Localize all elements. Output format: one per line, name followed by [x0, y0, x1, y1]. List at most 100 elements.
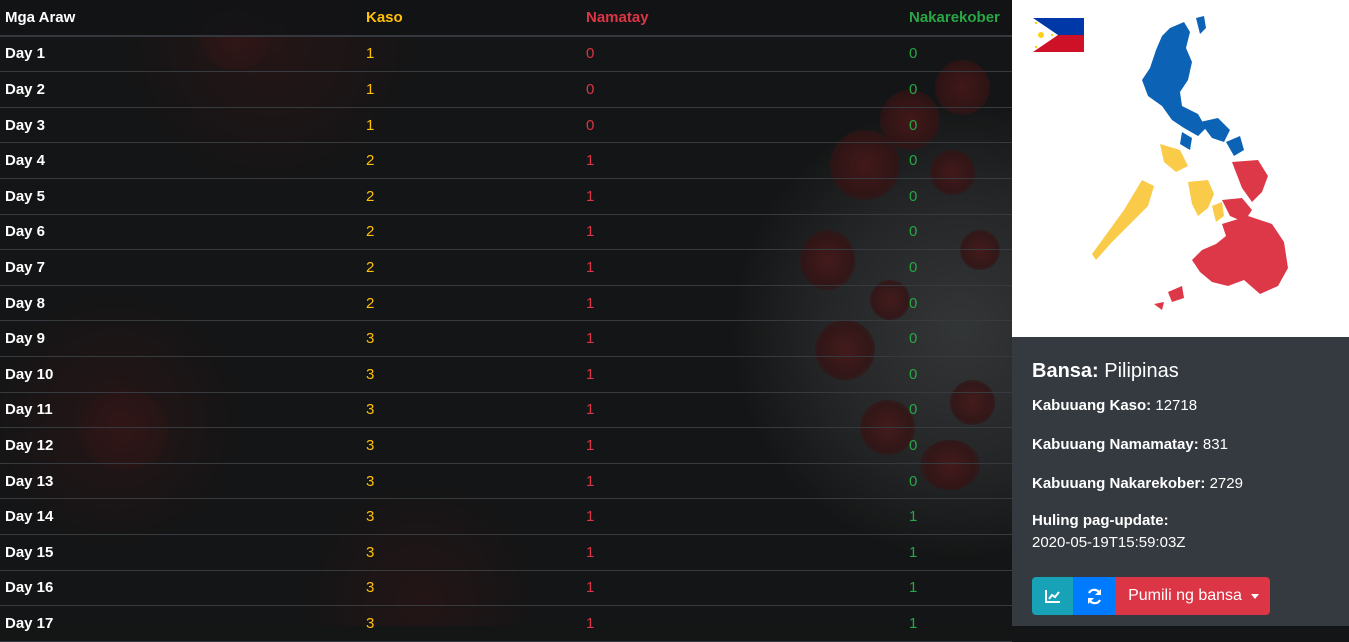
- cell-cases: 2: [361, 285, 581, 322]
- country-label: Bansa:: [1032, 360, 1099, 382]
- cell-deaths: 1: [581, 356, 904, 393]
- country-line: Bansa: Pilipinas: [1032, 360, 1332, 383]
- table-row: Day 3100: [0, 107, 1012, 144]
- table-row: Day 14 3 1 1: [0, 498, 1012, 535]
- cell-day: Day 16: [0, 570, 361, 607]
- cell-recovered: 0: [904, 107, 1012, 144]
- cell-day: Day 17: [0, 605, 361, 642]
- cell-deaths: 0: [581, 71, 904, 108]
- total-recovered-label: Kabuuang Nakarekober:: [1032, 475, 1206, 492]
- total-deaths-value: 831: [1202, 436, 1228, 453]
- cell-recovered: 0: [904, 178, 1012, 215]
- cell-recovered: 0: [904, 142, 1012, 179]
- cell-recovered: 0: [904, 35, 1012, 73]
- table-row: Day 9310: [0, 320, 1012, 357]
- cell-cases: 1: [361, 71, 581, 108]
- total-cases-line: Kabuuang Kaso: 12718: [1032, 397, 1332, 414]
- header-recovered: Nakarekober: [904, 0, 1012, 37]
- total-cases-value: 12718: [1155, 397, 1198, 414]
- cell-recovered: 0: [904, 320, 1012, 357]
- cell-recovered: 0: [904, 356, 1012, 393]
- cell-day: Day 12: [0, 427, 361, 464]
- cell-deaths: 1: [581, 605, 904, 642]
- total-deaths-line: Kabuuang Namamatay: 831: [1032, 436, 1332, 453]
- cell-cases: 2: [361, 142, 581, 179]
- chevron-down-icon: [1250, 593, 1259, 599]
- cell-day: Day 14: [0, 498, 361, 535]
- cell-cases: 3: [361, 463, 581, 500]
- total-deaths-label: Kabuuang Namamatay:: [1032, 436, 1199, 453]
- cell-day: Day 9: [0, 320, 361, 357]
- cell-cases: 2: [361, 178, 581, 215]
- cell-recovered: 0: [904, 249, 1012, 286]
- cell-day: Day 15: [0, 534, 361, 571]
- cell-day: Day 10: [0, 356, 361, 393]
- cell-deaths: 1: [581, 498, 904, 535]
- cell-deaths: 0: [581, 35, 904, 73]
- action-button-group: Pumili ng bansa: [1032, 577, 1270, 615]
- cell-recovered: 0: [904, 285, 1012, 322]
- table-row: Day 16 3 1 1: [0, 570, 1012, 607]
- table-row: Day 8210: [0, 285, 1012, 322]
- header-day: Mga Araw: [0, 0, 361, 37]
- cell-recovered: 0: [904, 214, 1012, 251]
- table-row: Day 4210: [0, 142, 1012, 179]
- cell-deaths: 0: [581, 107, 904, 144]
- cell-recovered: 0: [904, 427, 1012, 464]
- table-row: Day 11 3 1 0: [0, 392, 1012, 429]
- cell-deaths: 1: [581, 142, 904, 179]
- daily-cases-table-container: Mga Araw Kaso Namatay Nakarekober Day 11…: [0, 0, 1012, 642]
- select-country-dropdown[interactable]: Pumili ng bansa: [1115, 577, 1270, 615]
- table-row: Day 13 3 1 0: [0, 463, 1012, 500]
- philippines-map-icon: [1092, 16, 1288, 310]
- cell-deaths: 1: [581, 463, 904, 500]
- cell-day: Day 11: [0, 392, 361, 429]
- chart-line-icon: [1044, 590, 1060, 603]
- table-row: Day 17 3 1 1: [0, 605, 1012, 642]
- cell-deaths: 1: [581, 249, 904, 286]
- last-update-value: 2020-05-19T15:59:03Z: [1032, 534, 1186, 551]
- cell-cases: 3: [361, 570, 581, 607]
- total-recovered-line: Kabuuang Nakarekober: 2729: [1032, 475, 1332, 492]
- cell-day: Day 6: [0, 214, 361, 251]
- table-row: Day 5210: [0, 178, 1012, 215]
- last-update-label: Huling pag-update:: [1032, 512, 1169, 529]
- cell-recovered: 0: [904, 392, 1012, 429]
- cell-deaths: 1: [581, 178, 904, 215]
- table-row: Day 10 3 1 0: [0, 356, 1012, 393]
- daily-cases-table: Mga Araw Kaso Namatay Nakarekober Day 11…: [0, 0, 1012, 642]
- table-row: Day 6210: [0, 214, 1012, 251]
- header-cases: Kaso: [361, 0, 581, 37]
- cell-recovered: 1: [904, 534, 1012, 571]
- cell-deaths: 1: [581, 320, 904, 357]
- country-value: Pilipinas: [1104, 360, 1179, 382]
- cell-day: Day 8: [0, 285, 361, 322]
- cell-day: Day 2: [0, 71, 361, 108]
- cell-recovered: 0: [904, 463, 1012, 500]
- total-cases-label: Kabuuang Kaso:: [1032, 397, 1152, 414]
- cell-deaths: 1: [581, 570, 904, 607]
- cell-recovered: 1: [904, 498, 1012, 535]
- cell-deaths: 1: [581, 285, 904, 322]
- cell-recovered: 1: [904, 570, 1012, 607]
- table-header-row: Mga Araw Kaso Namatay Nakarekober: [0, 0, 1012, 37]
- cell-deaths: 1: [581, 214, 904, 251]
- cell-cases: 3: [361, 356, 581, 393]
- cell-cases: 3: [361, 427, 581, 464]
- refresh-button[interactable]: [1073, 577, 1115, 615]
- country-stats: Bansa: Pilipinas Kabuuang Kaso: 12718 Ka…: [1032, 360, 1332, 551]
- cell-cases: 3: [361, 605, 581, 642]
- cell-day: Day 1: [0, 35, 361, 73]
- country-info-panel: Bansa: Pilipinas Kabuuang Kaso: 12718 Ka…: [1012, 0, 1349, 626]
- total-recovered-value: 2729: [1209, 475, 1243, 492]
- cell-day: Day 7: [0, 249, 361, 286]
- cell-day: Day 13: [0, 463, 361, 500]
- chart-button[interactable]: [1032, 577, 1073, 615]
- cell-deaths: 1: [581, 427, 904, 464]
- table-row: Day 1100: [0, 35, 1012, 73]
- cell-cases: 3: [361, 534, 581, 571]
- cell-day: Day 3: [0, 107, 361, 144]
- cell-cases: 1: [361, 107, 581, 144]
- cell-recovered: 0: [904, 71, 1012, 108]
- cell-deaths: 1: [581, 392, 904, 429]
